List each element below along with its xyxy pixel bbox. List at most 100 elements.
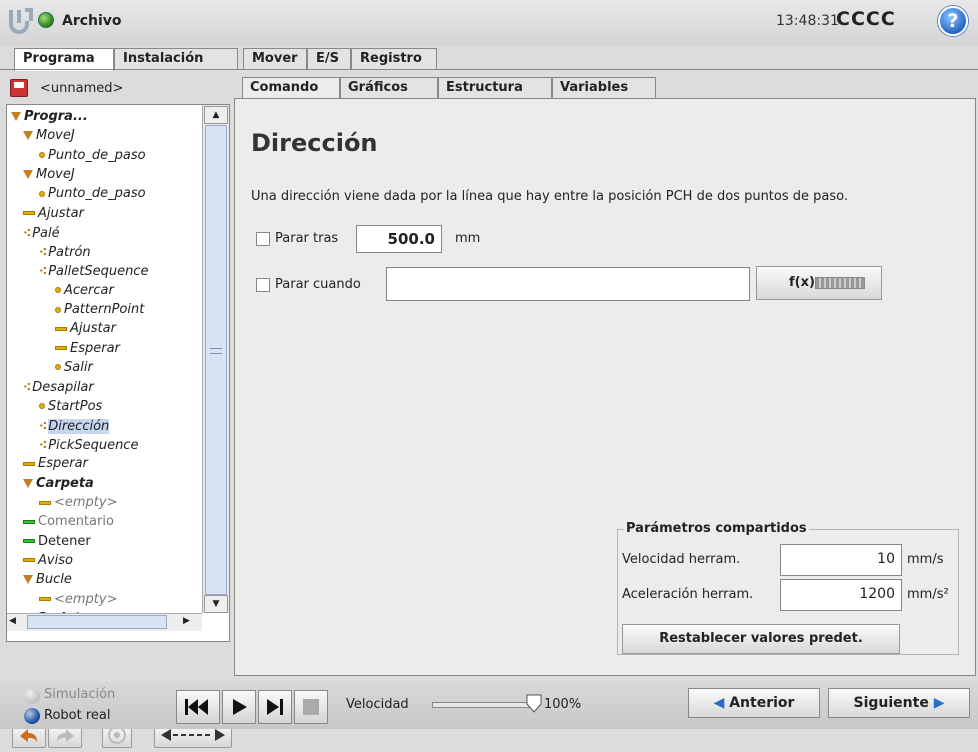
- folder-triangle-icon: [23, 575, 33, 585]
- tree-node[interactable]: MoveJ: [23, 167, 75, 183]
- pattern-icon: ⁖: [39, 438, 47, 453]
- tree-node[interactable]: StartPos: [39, 399, 102, 415]
- tab-es[interactable]: E/S: [307, 48, 351, 70]
- waypoint-icon: [55, 287, 61, 294]
- stop-after-checkbox[interactable]: [256, 232, 270, 246]
- tree-node[interactable]: Acercar: [55, 283, 114, 299]
- real-robot-label: Robot real: [44, 708, 111, 723]
- tree-node[interactable]: Salir: [55, 360, 93, 376]
- tree-scrollbar[interactable]: ▲ ▼: [202, 105, 229, 613]
- fx-label: f(x): [789, 275, 815, 290]
- tree-node[interactable]: Punto_de_paso: [39, 148, 146, 164]
- hscroll-thumb[interactable]: [27, 615, 167, 629]
- speed-slider-track[interactable]: [432, 702, 536, 708]
- tab-variables[interactable]: Variables: [552, 77, 656, 99]
- step-icon: [267, 699, 283, 715]
- scroll-up-icon[interactable]: ▲: [204, 106, 228, 124]
- previous-button[interactable]: ◀ Anterior: [688, 688, 820, 718]
- folder-triangle-icon: [23, 131, 33, 141]
- command-icon: [23, 211, 35, 215]
- tree-node-label: PatternPoint: [64, 302, 145, 317]
- reset-defaults-button[interactable]: Restablecer valores predet.: [622, 624, 900, 654]
- tree-node[interactable]: MoveJ: [23, 128, 75, 144]
- speed-slider-handle-icon[interactable]: [526, 694, 542, 714]
- tab-registro[interactable]: Registro: [351, 48, 437, 70]
- command-icon: [39, 597, 51, 601]
- stop-icon: [303, 699, 319, 715]
- pattern-icon: ⁖: [39, 418, 47, 433]
- tab-mover[interactable]: Mover: [243, 48, 307, 70]
- tree-node[interactable]: ⁖ PalletSequence: [39, 263, 148, 280]
- tree-node[interactable]: ⁖ Dirección: [39, 418, 110, 435]
- command-panel: Dirección Una dirección viene dada por l…: [234, 98, 976, 676]
- tab-instalacion[interactable]: Instalación: [114, 48, 238, 70]
- tree-node[interactable]: PatternPoint: [55, 302, 144, 318]
- tree-hscrollbar[interactable]: ◀ ▶: [7, 613, 202, 631]
- tree-node[interactable]: ⁖ Palé: [23, 225, 60, 242]
- tree-node[interactable]: Bucle: [23, 572, 72, 588]
- scroll-thumb[interactable]: [205, 125, 227, 595]
- speed-value: 100%: [544, 697, 582, 712]
- next-button[interactable]: Siguiente ▶: [828, 688, 970, 718]
- program-name: <unnamed>: [40, 81, 124, 96]
- pattern-icon: ⁖: [23, 225, 31, 240]
- tree-node-label: Esperar: [38, 456, 88, 472]
- tree-node-label: Acercar: [64, 282, 114, 298]
- step-button[interactable]: [258, 690, 292, 724]
- tree-node-label: MoveJ: [36, 166, 75, 182]
- tree-node-label: Desapilar: [32, 380, 94, 396]
- tree-node-label: Progra...: [24, 109, 88, 124]
- save-icon[interactable]: [10, 79, 28, 97]
- tree-node[interactable]: Detener: [23, 534, 91, 550]
- tree-node[interactable]: Ajustar: [23, 206, 84, 222]
- tool-speed-unit: mm/s: [907, 552, 944, 567]
- tree-node[interactable]: Aviso: [23, 553, 73, 569]
- stop-after-input[interactable]: 500.0: [356, 225, 442, 253]
- tree-node[interactable]: ⁖ Desapilar: [23, 379, 94, 396]
- tab-graficos[interactable]: Gráficos: [340, 77, 438, 99]
- pattern-icon: ⁖: [39, 245, 47, 260]
- tree-node-label: Dirección: [48, 418, 110, 434]
- tree-node[interactable]: Comentario: [23, 514, 114, 530]
- tree-node[interactable]: Esperar: [23, 456, 88, 472]
- stop-button[interactable]: [294, 690, 328, 724]
- tab-programa[interactable]: Programa: [14, 48, 114, 71]
- tree-node[interactable]: <empty>: [39, 495, 118, 511]
- play-button[interactable]: [222, 690, 256, 724]
- tree-node[interactable]: Esperar: [55, 341, 120, 357]
- tab-comando[interactable]: Comando: [242, 77, 340, 100]
- rewind-button[interactable]: [176, 690, 220, 724]
- tool-accel-input[interactable]: 1200: [780, 579, 902, 611]
- tree-node[interactable]: Carpeta: [23, 476, 94, 492]
- scroll-down-icon[interactable]: ▼: [204, 595, 228, 613]
- stop-when-checkbox[interactable]: [256, 278, 270, 292]
- tree-node[interactable]: Punto_de_paso: [39, 186, 146, 202]
- scroll-left-icon[interactable]: ◀: [9, 616, 16, 626]
- expression-button[interactable]: f(x): [756, 266, 882, 300]
- command-icon: [23, 461, 35, 466]
- tree-node-label: Comentario: [38, 514, 114, 530]
- file-menu[interactable]: Archivo: [62, 13, 122, 29]
- status-indicator-icon: [38, 12, 54, 28]
- tree-node[interactable]: ⁖ Patrón: [39, 244, 91, 261]
- simulation-radio[interactable]: [24, 688, 40, 704]
- tree-node[interactable]: <empty>: [39, 592, 118, 608]
- tab-estructura[interactable]: Estructura: [438, 77, 552, 99]
- real-robot-radio[interactable]: [24, 708, 40, 724]
- tool-accel-label: Aceleración herram.: [622, 587, 754, 602]
- tree-node[interactable]: Progra...: [11, 109, 88, 125]
- tree-node[interactable]: ⁖ PickSequence: [39, 437, 138, 454]
- program-panel: <unnamed> Progra... MoveJ Punto_de_paso Mov…: [6, 76, 232, 748]
- description: Una dirección viene dada por la línea qu…: [251, 189, 848, 204]
- help-icon[interactable]: ?: [938, 6, 968, 36]
- tree-node-label: Esperar: [70, 340, 120, 356]
- speed-slider-fill: [433, 703, 535, 707]
- waypoint-icon: [39, 190, 45, 197]
- tree-node-label: <empty>: [54, 591, 118, 607]
- rewind-icon: [185, 699, 208, 715]
- tree-node[interactable]: Ajustar: [55, 321, 116, 337]
- scroll-right-icon[interactable]: ▶: [183, 616, 190, 626]
- tool-speed-input[interactable]: 10: [780, 544, 902, 576]
- stop-when-input[interactable]: [386, 267, 750, 301]
- keyboard-icon: [815, 277, 865, 289]
